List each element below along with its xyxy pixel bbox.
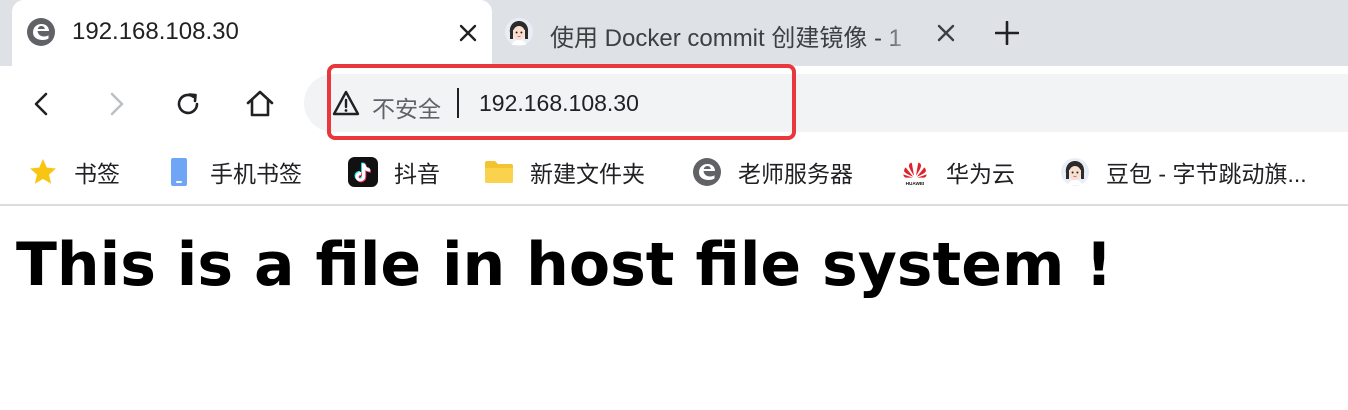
forward-button[interactable]: [96, 84, 136, 124]
bookmark-item[interactable]: 抖音: [348, 154, 440, 190]
edge-logo-icon: [692, 157, 722, 187]
folder-icon: [484, 157, 514, 187]
tab-strip: 192.168.108.30 使用 Docker commit 创建镜像 - 1: [0, 0, 1348, 66]
tab-active[interactable]: 192.168.108.30: [12, 0, 492, 66]
tab-title: 192.168.108.30: [72, 18, 239, 45]
edge-logo-icon: [27, 18, 55, 46]
tab-close-button[interactable]: [932, 19, 960, 47]
bookmark-label: 手机书签: [210, 161, 302, 187]
bookmark-item[interactable]: HUAWEI 华为云: [900, 154, 1015, 190]
reload-icon: [177, 93, 199, 115]
home-button[interactable]: [240, 84, 280, 124]
security-indicator[interactable]: 不安全: [372, 90, 441, 124]
star-icon: [28, 157, 58, 187]
bookmark-label: 抖音: [394, 161, 440, 187]
close-icon: [459, 24, 477, 42]
tab-inactive[interactable]: 使用 Docker commit 创建镜像 - 1: [496, 0, 966, 66]
back-button[interactable]: [22, 84, 62, 124]
omnibox-divider: [457, 88, 459, 118]
bookmark-label: 老师服务器: [738, 161, 853, 187]
close-icon: [937, 24, 955, 42]
bookmark-item[interactable]: 手机书签: [164, 154, 302, 190]
tab-title: 使用 Docker commit 创建镜像 - 1: [550, 18, 914, 53]
svg-text:HUAWEI: HUAWEI: [906, 181, 925, 186]
bookmark-label: 华为云: [946, 161, 1015, 187]
avatar-girl-icon: [1060, 157, 1090, 187]
bookmark-label: 新建文件夹: [530, 161, 645, 187]
phone-icon: [164, 157, 194, 187]
bookmark-item[interactable]: 豆包 - 字节跳动旗...: [1060, 154, 1307, 190]
back-arrow-icon: [34, 92, 48, 116]
bookmark-item[interactable]: 新建文件夹: [484, 154, 645, 190]
reload-button[interactable]: [168, 84, 208, 124]
forward-arrow-icon: [110, 92, 124, 116]
home-icon: [246, 90, 274, 117]
page-content: This is a file in host file system !: [0, 208, 1348, 410]
bookmark-item[interactable]: 书签: [28, 154, 120, 190]
page-heading: This is a file in host file system !: [16, 230, 1113, 300]
bookmark-item[interactable]: 老师服务器: [692, 154, 853, 190]
warning-icon: [332, 90, 360, 116]
new-tab-button[interactable]: [990, 16, 1024, 50]
bookmark-label: 书签: [74, 161, 120, 187]
plus-icon: [995, 21, 1019, 45]
bookmarks-bar: 书签 手机书签 抖音 新建文件夹 老师服务器 HUAWEI 华为云 豆包 - 字…: [0, 142, 1348, 206]
url-text[interactable]: 192.168.108.30: [479, 90, 639, 117]
avatar-girl-icon: [505, 18, 533, 46]
toolbar: 不安全 192.168.108.30: [0, 66, 1348, 142]
bookmark-label: 豆包 - 字节跳动旗...: [1106, 161, 1307, 187]
huawei-logo-icon: HUAWEI: [900, 157, 930, 187]
address-bar[interactable]: 不安全 192.168.108.30: [304, 74, 1348, 132]
tiktok-icon: [348, 157, 378, 187]
tab-close-button[interactable]: [454, 19, 482, 47]
